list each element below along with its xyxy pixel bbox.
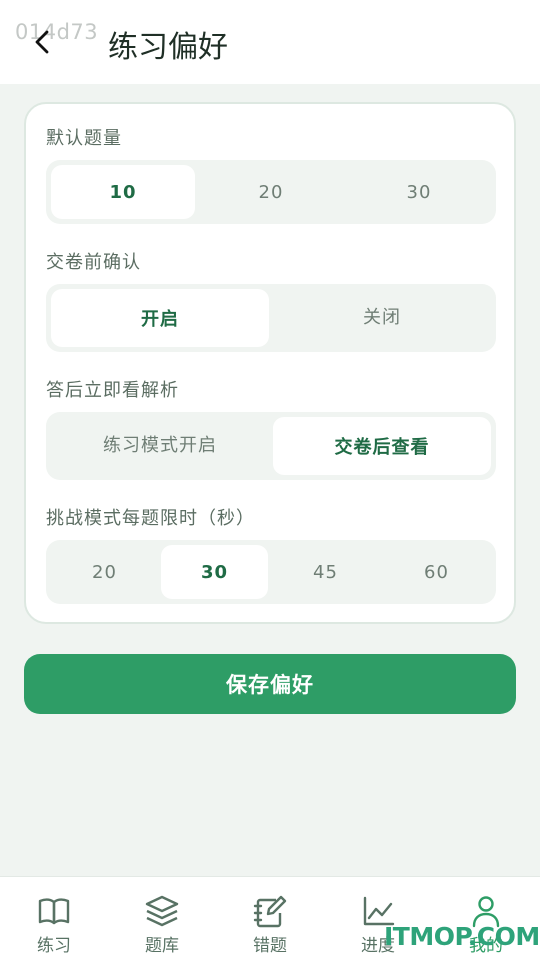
tab-question-bank[interactable]: 题库 (108, 877, 216, 960)
confirm-submit-label: 交卷前确认 (46, 252, 141, 273)
time-option-30[interactable]: 30 (161, 545, 268, 599)
time-option-60[interactable]: 60 (383, 545, 490, 599)
default-count-segmented: 10 20 30 (46, 160, 496, 224)
show-analysis-label: 答后立即看解析 (46, 380, 179, 401)
confirm-option-off[interactable]: 关闭 (273, 289, 491, 347)
watermark-text: 014d73 (15, 20, 99, 44)
confirm-submit-segmented: 开启 关闭 (46, 284, 496, 352)
tab-mistakes-label: 错题 (253, 936, 287, 956)
tab-practice-label: 练习 (37, 936, 71, 956)
time-option-20[interactable]: 20 (51, 545, 158, 599)
layers-icon (145, 895, 179, 927)
tab-question-bank-label: 题库 (145, 936, 179, 956)
notebook-edit-icon (253, 895, 287, 928)
time-limit-label: 挑战模式每题限时（秒） (46, 508, 255, 529)
time-option-45[interactable]: 45 (272, 545, 379, 599)
book-icon (38, 898, 70, 925)
confirm-option-on[interactable]: 开启 (51, 289, 269, 347)
preferences-card: 默认题量 10 20 30 交卷前确认 开启 关闭 答后立即看解析 练习模式开启… (24, 102, 516, 624)
tab-mistakes[interactable]: 错题 (216, 877, 324, 960)
chevron-left-icon[interactable] (30, 28, 56, 56)
default-count-label: 默认题量 (46, 128, 122, 149)
count-option-30[interactable]: 30 (347, 165, 491, 219)
analysis-option-practice[interactable]: 练习模式开启 (51, 417, 269, 475)
count-option-10[interactable]: 10 (51, 165, 195, 219)
count-option-20[interactable]: 20 (199, 165, 343, 219)
analysis-option-after-submit[interactable]: 交卷后查看 (273, 417, 491, 475)
save-preferences-button[interactable]: 保存偏好 (24, 654, 516, 714)
tab-practice[interactable]: 练习 (0, 877, 108, 960)
site-watermark: ITMOP.COM (384, 922, 540, 951)
page-title: 练习偏好 (108, 30, 228, 65)
show-analysis-segmented: 练习模式开启 交卷后查看 (46, 412, 496, 480)
top-bar: 014d73 练习偏好 (0, 0, 540, 84)
time-limit-segmented: 20 30 45 60 (46, 540, 496, 604)
